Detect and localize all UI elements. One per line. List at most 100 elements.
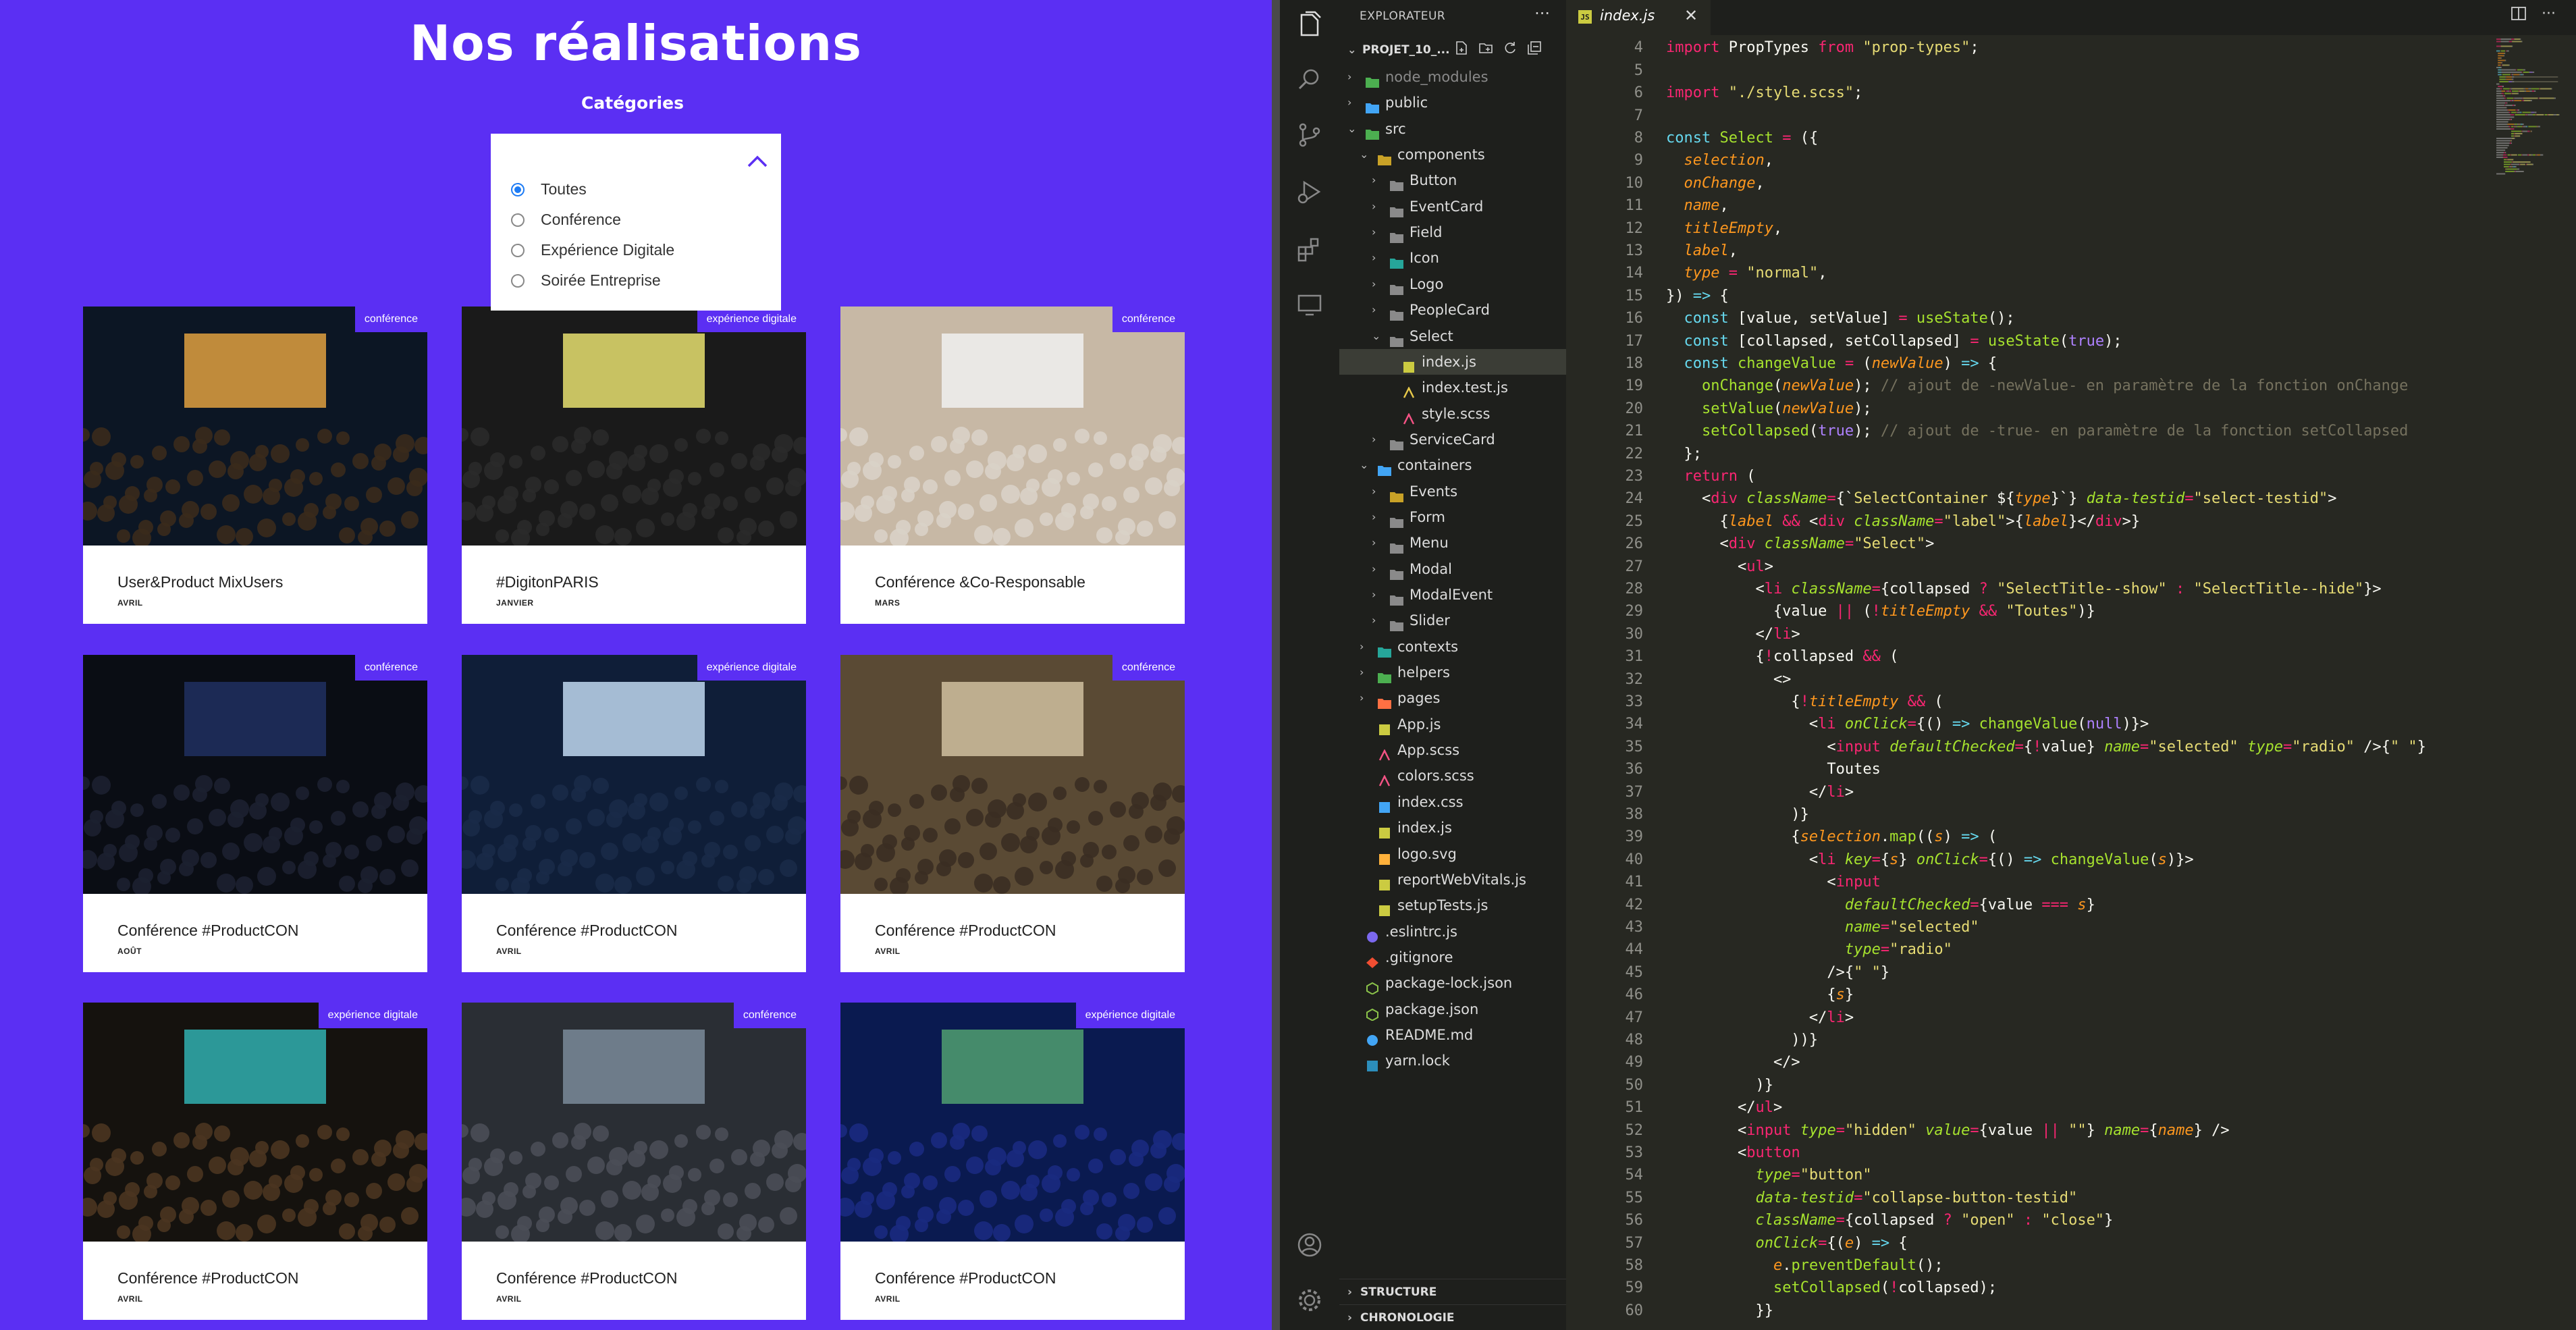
tree-file[interactable]: yarn.lock <box>1339 1048 1566 1073</box>
explorer-icon[interactable] <box>1295 9 1324 39</box>
chevron-right-icon[interactable]: › <box>1372 556 1376 582</box>
tab-index-js[interactable]: JS index.js ✕ <box>1566 0 1711 35</box>
code-line[interactable]: type = "normal", <box>1666 262 1827 284</box>
tree-folder[interactable]: › PeopleCard <box>1339 297 1566 323</box>
code-line[interactable]: <button <box>1666 1142 1800 1164</box>
code-line[interactable]: </ul> <box>1666 1096 1782 1119</box>
code-line[interactable]: <ul> <box>1666 556 1773 578</box>
chevron-right-icon[interactable]: › <box>1372 582 1376 608</box>
code-line[interactable]: const [collapsed, setCollapsed] = useSta… <box>1666 330 2122 352</box>
code-line[interactable]: name, <box>1666 194 1729 217</box>
code-line[interactable]: const Select = ({ <box>1666 127 1818 149</box>
tree-folder[interactable]: ⌄ Select <box>1339 323 1566 349</box>
tree-file[interactable]: style.scss <box>1339 401 1566 427</box>
select-option[interactable]: Expérience Digitale <box>511 241 674 259</box>
code-line[interactable]: onChange(newValue); // ajout de -newValu… <box>1666 375 2408 397</box>
chevron-right-icon[interactable]: › <box>1372 608 1376 633</box>
tree-file[interactable]: package.json <box>1339 996 1566 1022</box>
radio-button[interactable] <box>511 273 525 288</box>
code-area[interactable]: 3import { useState } from "react";4impor… <box>1566 17 2538 1330</box>
code-line[interactable]: </> <box>1666 1051 1800 1073</box>
code-line[interactable]: <> <box>1666 668 1792 691</box>
select-option[interactable]: Soirée Entreprise <box>511 271 661 290</box>
split-editor-icon[interactable] <box>2511 5 2527 22</box>
code-line[interactable]: name="selected" <box>1666 916 1979 938</box>
radio-button[interactable] <box>511 182 525 196</box>
code-line[interactable]: />{" "} <box>1666 961 1889 984</box>
tree-file[interactable]: logo.svg <box>1339 841 1566 867</box>
code-line[interactable]: )} <box>1666 803 1809 826</box>
tree-folder[interactable]: › Form <box>1339 504 1566 530</box>
event-card[interactable]: conférence Conférence &Co-Responsable MARS <box>840 307 1185 624</box>
code-line[interactable]: import "./style.scss"; <box>1666 82 1862 104</box>
event-card[interactable]: expérience digitale Conférence #ProductCO… <box>462 655 806 972</box>
code-line[interactable]: }} <box>1666 1300 1773 1322</box>
refresh-icon[interactable] <box>1503 41 1518 55</box>
code-line[interactable]: {selection.map((s) => ( <box>1666 826 1997 848</box>
tree-file[interactable]: README.md <box>1339 1022 1566 1048</box>
event-card[interactable]: conférence User&Product MixUsers AVRIL <box>83 307 427 624</box>
tree-file[interactable]: index.js <box>1339 348 1566 375</box>
code-line[interactable]: titleEmpty, <box>1666 217 1783 240</box>
tree-folder[interactable]: › EventCard <box>1339 194 1566 219</box>
code-line[interactable]: onClick={(e) => { <box>1666 1232 1907 1254</box>
tree-folder[interactable]: › ModalEvent <box>1339 582 1566 608</box>
tree-folder[interactable]: ⌄ src <box>1339 116 1566 142</box>
chevron-right-icon[interactable]: › <box>1347 64 1351 90</box>
account-icon[interactable] <box>1295 1230 1324 1260</box>
tree-file[interactable]: .eslintrc.js <box>1339 919 1566 945</box>
event-card[interactable]: expérience digitale Conférence #ProductCO… <box>83 1003 427 1320</box>
extensions-icon[interactable] <box>1295 234 1324 263</box>
chevron-down-icon[interactable]: ⌄ <box>1347 116 1356 142</box>
code-line[interactable]: const changeValue = (newValue) => { <box>1666 352 1997 375</box>
code-line[interactable]: </li> <box>1666 781 1854 803</box>
chevron-right-icon[interactable]: › <box>1372 245 1376 271</box>
code-line[interactable]: Toutes <box>1666 758 1880 780</box>
tree-folder[interactable]: › Slider <box>1339 608 1566 633</box>
code-editor[interactable]: 3import { useState } from "react";4impor… <box>1566 0 2576 1330</box>
tree-folder[interactable]: › pages <box>1339 685 1566 711</box>
tree-file[interactable]: .gitignore <box>1339 945 1566 970</box>
code-line[interactable]: <li onClick={() => changeValue(null)}> <box>1666 713 2149 735</box>
event-card[interactable]: expérience digitale Conférence #ProductCO… <box>840 1003 1185 1320</box>
code-line[interactable]: return ( <box>1666 465 1756 487</box>
code-line[interactable]: setValue(newValue); <box>1666 398 1872 420</box>
chevron-right-icon[interactable]: › <box>1347 90 1351 115</box>
tree-folder[interactable]: ⌄ containers <box>1339 452 1566 478</box>
code-line[interactable]: className={collapsed ? "open" : "close"} <box>1666 1209 2113 1231</box>
code-line[interactable]: ))} <box>1666 1029 1818 1051</box>
code-line[interactable]: <input <box>1666 871 1881 893</box>
tree-folder[interactable]: ⌄ components <box>1339 142 1566 167</box>
code-line[interactable]: {label && <div className="label">{label}… <box>1666 510 2140 533</box>
event-card[interactable]: conférence Conférence #ProductCON AOÛT <box>83 655 427 972</box>
more-actions-icon[interactable]: ··· <box>1534 4 1550 23</box>
code-line[interactable]: const [value, setValue] = useState(); <box>1666 307 2015 329</box>
settings-gear-icon[interactable] <box>1295 1285 1324 1315</box>
code-line[interactable]: <div className="Select"> <box>1666 533 1934 555</box>
chevron-right-icon[interactable]: › <box>1372 167 1376 193</box>
code-line[interactable]: {s} <box>1666 984 1854 1006</box>
code-line[interactable]: {value || (!titleEmpty && "Toutes")} <box>1666 600 2095 622</box>
collapse-button[interactable] <box>746 154 769 169</box>
code-line[interactable]: }; <box>1666 443 1702 465</box>
code-line[interactable]: onChange, <box>1666 172 1765 194</box>
source-control-icon[interactable] <box>1295 120 1324 150</box>
code-line[interactable]: label, <box>1666 240 1738 262</box>
code-line[interactable]: </li> <box>1666 1007 1854 1029</box>
tree-folder[interactable]: › node_modules <box>1339 64 1566 90</box>
code-line[interactable]: defaultChecked={value === s} <box>1666 894 2095 916</box>
tree-file[interactable]: index.test.js <box>1339 375 1566 400</box>
run-debug-icon[interactable] <box>1295 177 1324 207</box>
chevron-right-icon[interactable]: › <box>1372 479 1376 504</box>
code-line[interactable]: <input defaultChecked={!value} name="sel… <box>1666 736 2426 758</box>
radio-button[interactable] <box>511 243 525 257</box>
chevron-right-icon[interactable]: › <box>1372 297 1376 323</box>
code-line[interactable]: )} <box>1666 1074 1773 1096</box>
tree-folder[interactable]: › Icon <box>1339 245 1566 271</box>
tree-folder[interactable]: › public <box>1339 90 1566 115</box>
event-card[interactable]: conférence Conférence #ProductCON AVRIL <box>462 1003 806 1320</box>
tree-folder[interactable]: › Logo <box>1339 271 1566 297</box>
tree-file[interactable]: reportWebVitals.js <box>1339 867 1566 893</box>
tree-folder[interactable]: › Modal <box>1339 556 1566 582</box>
chevron-down-icon[interactable]: ⌄ <box>1372 323 1380 349</box>
